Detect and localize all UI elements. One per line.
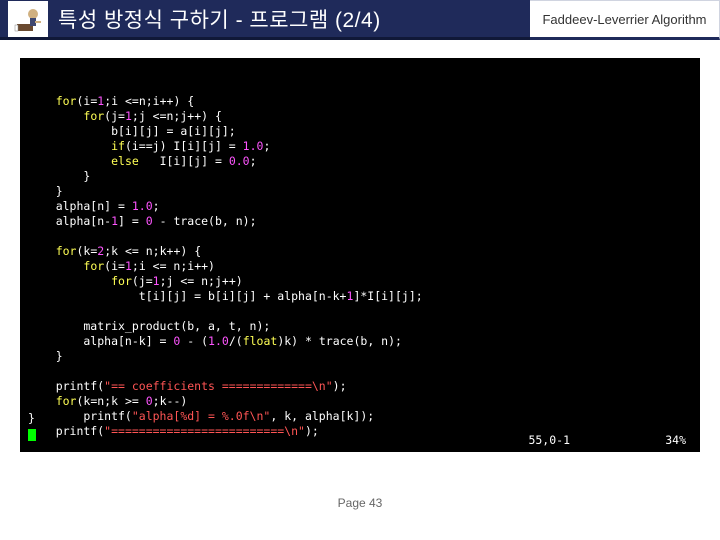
code-line: for(k=n;k >= 0;k--) <box>28 394 692 409</box>
code-line <box>28 364 692 379</box>
code-line: for(k=2;k <= n;k++) { <box>28 244 692 259</box>
code-line: if(i==j) I[i][j] = 1.0; <box>28 139 692 154</box>
code-line: alpha[n] = 1.0; <box>28 199 692 214</box>
code-line: for(i=1;i <= n;i++) <box>28 259 692 274</box>
code-line: } <box>28 349 692 364</box>
status-position: 55,0-1 <box>528 433 570 448</box>
slide-title: 특성 방정식 구하기 - 프로그램 (2/4) <box>58 4 381 34</box>
page-number: Page 43 <box>0 496 720 510</box>
code-line: for(j=1;j <=n;j++) { <box>28 109 692 124</box>
code-line: for(j=1;j <= n;j++) <box>28 274 692 289</box>
code-line: printf("=========================\n"); <box>28 424 692 439</box>
status-percent: 34% <box>665 433 686 448</box>
code-line: } <box>28 169 692 184</box>
code-line: b[i][j] = a[i][j]; <box>28 124 692 139</box>
code-line: else I[i][j] = 0.0; <box>28 154 692 169</box>
code-line: t[i][j] = b[i][j] + alpha[n-k+1]*I[i][j]… <box>28 289 692 304</box>
title-bar: 특성 방정식 구하기 - 프로그램 (2/4) <box>0 0 530 40</box>
code-line: printf("== coefficients =============\n"… <box>28 379 692 394</box>
code-line <box>28 304 692 319</box>
code-line: } <box>28 184 692 199</box>
code-line: printf("alpha[%d] = %.0f\n", k, alpha[k]… <box>28 409 692 424</box>
code-line: for(i=1;i <=n;i++) { <box>28 94 692 109</box>
slide-header: 특성 방정식 구하기 - 프로그램 (2/4) Faddeev-Leverrie… <box>0 0 720 52</box>
code-line <box>28 229 692 244</box>
closing-brace: } <box>28 411 35 426</box>
logo-icon <box>8 1 48 37</box>
algorithm-label: Faddeev-Leverrier Algorithm <box>530 0 720 40</box>
code-block: for(i=1;i <=n;i++) { for(j=1;j <=n;j++) … <box>20 58 700 452</box>
code-line: alpha[n-1] = 0 - trace(b, n); <box>28 214 692 229</box>
code-line: alpha[n-k] = 0 - (1.0/(float)k) * trace(… <box>28 334 692 349</box>
code-line: matrix_product(b, a, t, n); <box>28 319 692 334</box>
cursor-icon <box>28 429 36 441</box>
